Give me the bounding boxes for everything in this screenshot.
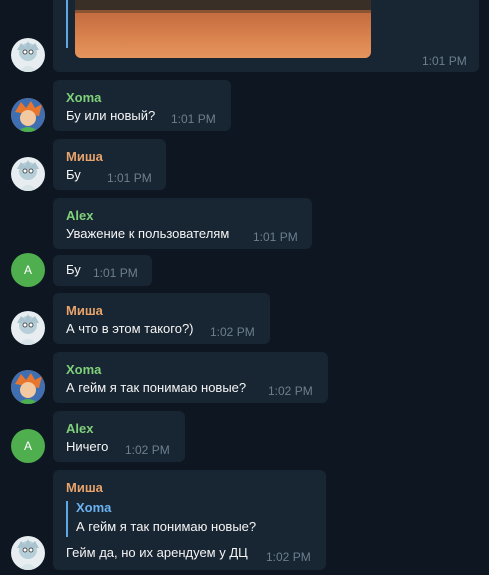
rick-avatar-icon[interactable]: [11, 311, 45, 345]
message-time: 1:02 PM: [210, 325, 255, 339]
author-name[interactable]: Миша: [66, 149, 103, 164]
message-time: 1:01 PM: [422, 54, 467, 68]
message-bubble[interactable]: Миша Бу 1:01 PM: [53, 139, 166, 190]
alex-avatar[interactable]: A: [11, 253, 45, 287]
message-text: А что в этом такого?): [66, 321, 194, 336]
photo-thumbnail[interactable]: [75, 0, 371, 58]
reply-bar: [66, 0, 68, 48]
author-name[interactable]: Alex: [66, 421, 93, 436]
message-text: Бу или новый?: [66, 108, 156, 123]
author-name[interactable]: Миша: [66, 480, 103, 495]
author-name[interactable]: Миша: [66, 303, 103, 318]
reply-text: А гейм я так понимаю новые?: [76, 519, 257, 534]
photo-detail: [75, 10, 371, 13]
message-bubble[interactable]: Миша А что в этом такого?) 1:02 PM: [53, 293, 270, 344]
message-time: 1:01 PM: [107, 171, 152, 185]
alex-avatar[interactable]: A: [11, 429, 45, 463]
message-bubble-with-reply[interactable]: Миша Xoma А гейм я так понимаю новые? Ге…: [53, 470, 326, 570]
author-name[interactable]: Xoma: [66, 90, 101, 105]
message-bubble[interactable]: Alex Уважение к пользователям 1:01 PM: [53, 198, 312, 249]
message-bubble[interactable]: Xoma А гейм я так понимаю новые? 1:02 PM: [53, 352, 328, 403]
message-bubble[interactable]: Alex Ничего 1:02 PM: [53, 411, 185, 462]
message-text: Гейм да, но их арендуем у ДЦ: [66, 545, 248, 560]
message-time: 1:02 PM: [125, 443, 170, 457]
message-text: Бу: [66, 167, 81, 182]
author-name[interactable]: Alex: [66, 208, 93, 223]
message-text: Уважение к пользователям: [66, 226, 230, 241]
rick-avatar-icon[interactable]: [11, 157, 45, 191]
message-time: 1:01 PM: [171, 112, 216, 126]
reply-bar: [66, 501, 68, 537]
xoma-avatar-icon[interactable]: [11, 98, 45, 132]
message-time: 1:01 PM: [93, 266, 138, 280]
message-text: Ничего: [66, 439, 109, 454]
reply-author: Xoma: [76, 500, 112, 515]
message-text: Бу: [66, 262, 81, 277]
message-time: 1:01 PM: [253, 230, 298, 244]
message-time: 1:02 PM: [268, 384, 313, 398]
author-name[interactable]: Xoma: [66, 362, 101, 377]
message-time: 1:02 PM: [266, 550, 311, 564]
message-bubble[interactable]: Xoma Бу или новый? 1:01 PM: [53, 80, 231, 131]
xoma-avatar-icon[interactable]: [11, 370, 45, 404]
reply-quote[interactable]: Xoma А гейм я так понимаю новые?: [66, 500, 316, 538]
message-image-bubble[interactable]: 1:01 PM: [53, 0, 479, 72]
message-bubble[interactable]: Бу 1:01 PM: [53, 255, 152, 286]
rick-avatar-icon[interactable]: [11, 536, 45, 570]
rick-avatar-icon[interactable]: [11, 38, 45, 72]
message-text: А гейм я так понимаю новые?: [66, 380, 247, 395]
